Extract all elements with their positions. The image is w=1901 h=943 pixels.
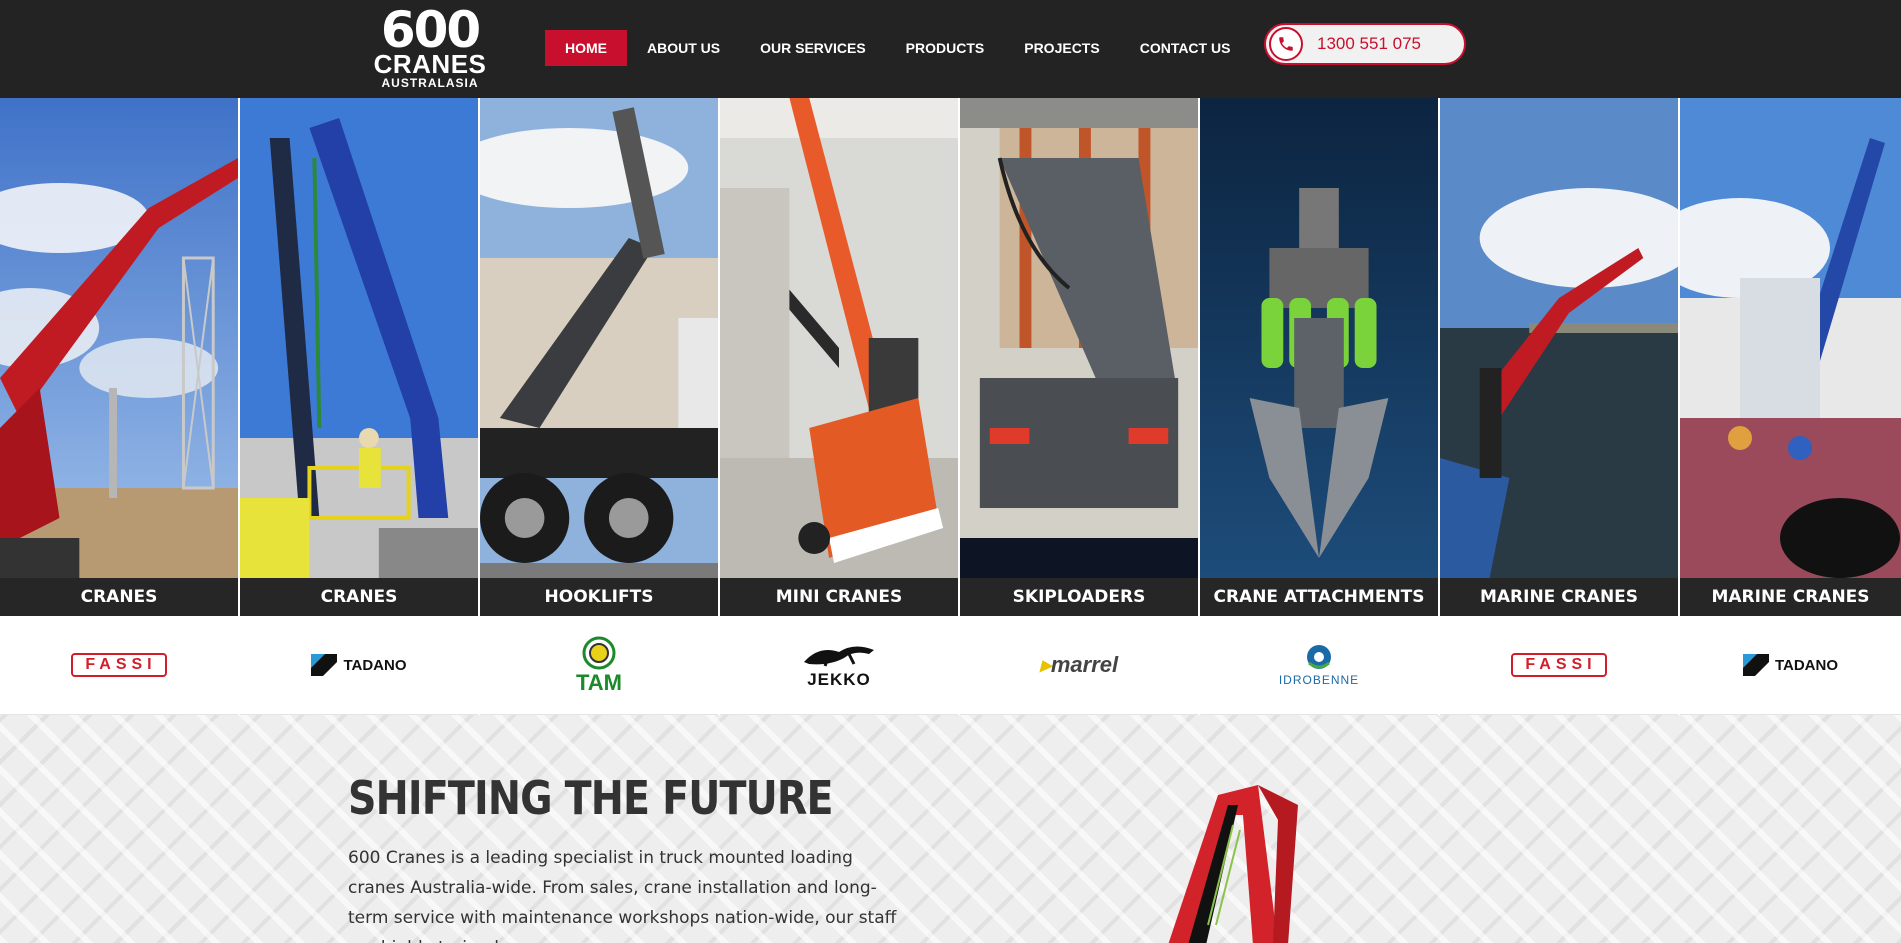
product-image [1440,98,1678,578]
brand-logo-fassi: FASSI [0,616,238,715]
product-image [0,98,238,578]
intro-text: 600 Cranes is a leading specialist in tr… [348,848,897,943]
brand-logo-jekko: JEKKO [720,616,958,715]
product-image [1680,98,1901,578]
nav-products[interactable]: PRODUCTS [886,30,1005,66]
phone-button[interactable]: 1300 551 075 [1264,23,1466,65]
brand-label: IDROBENNE [1278,673,1360,687]
tadano-mark-icon [311,654,338,676]
intro-section: SHIFTING THE FUTURE 600 Cranes is a lead… [0,715,1901,943]
nav-home[interactable]: HOME [545,30,627,66]
product-image [960,98,1198,578]
nav-projects[interactable]: PROJECTS [1004,30,1119,66]
product-caption: MARINE CRANES [1680,578,1901,616]
product-tile-marine-cranes-tadano[interactable]: MARINE CRANES TADANO [1680,98,1901,715]
site-header: 600 CRANES AUSTRALASIA HOME ABOUT US OUR… [0,0,1901,98]
phone-number: 1300 551 075 [1317,34,1421,53]
product-caption: CRANE ATTACHMENTS [1200,578,1438,616]
product-image [480,98,718,578]
brand-label: marrel [1050,652,1119,677]
product-strip: CRANES FASSI CRANES TADANO HOOKLIFTS TAM… [0,98,1901,715]
nav-about-us[interactable]: ABOUT US [627,30,740,66]
product-tile-marine-cranes-fassi[interactable]: MARINE CRANES FASSI [1440,98,1680,715]
brand-label: FASSI [71,653,167,677]
brand-logo-fassi: FASSI [1440,616,1678,715]
product-caption: HOOKLIFTS [480,578,718,616]
product-tile-tadano-cranes[interactable]: CRANES TADANO [240,98,480,715]
tadano-mark-icon [1742,654,1769,676]
tam-emblem-icon [582,636,616,670]
brand-logo-idrobenne: IDROBENNE [1200,616,1438,715]
idrobenne-emblem-icon [1307,645,1331,669]
product-image [240,98,478,578]
brand-label: TAM [575,670,623,695]
product-tile-fassi-cranes[interactable]: CRANES FASSI [0,98,240,715]
logo-number: 600 [380,1,481,59]
jekko-lizard-icon [804,646,874,667]
brand-label: TADANO [343,656,407,674]
product-tile-skiploaders[interactable]: SKIPLOADERS ▸marrel [960,98,1200,715]
nav-our-services[interactable]: OUR SERVICES [740,30,886,66]
product-tile-mini-cranes[interactable]: MINI CRANES JEKKO [720,98,960,715]
brand-logo-tadano: TADANO [1680,616,1901,715]
brand-label: FASSI [1511,653,1607,677]
product-image [1200,98,1438,578]
site-logo[interactable]: 600 CRANES AUSTRALASIA [366,1,494,94]
crane-illustration [1168,785,1298,943]
main-nav: HOME ABOUT US OUR SERVICES PRODUCTS PROJ… [545,30,1250,66]
brand-logo-tadano: TADANO [240,616,478,715]
product-caption: MINI CRANES [720,578,958,616]
brand-label: JEKKO [807,670,871,689]
brand-logo-marrel: ▸marrel [960,616,1198,715]
phone-icon [1269,27,1303,61]
product-caption: SKIPLOADERS [960,578,1198,616]
brand-label: TADANO [1774,656,1839,674]
nav-contact-us[interactable]: CONTACT US [1120,30,1251,66]
product-caption: CRANES [0,578,238,616]
product-image [720,98,958,578]
logo-sub: AUSTRALASIA [381,76,479,90]
product-caption: CRANES [240,578,478,616]
product-tile-hooklifts[interactable]: HOOKLIFTS TAM [480,98,720,715]
product-tile-crane-attachments[interactable]: CRANE ATTACHMENTS IDROBENNE [1200,98,1440,715]
intro-headline: SHIFTING THE FUTURE [348,771,834,825]
product-caption: MARINE CRANES [1440,578,1678,616]
logo-word: CRANES [373,49,487,79]
brand-logo-tam: TAM [480,616,718,715]
